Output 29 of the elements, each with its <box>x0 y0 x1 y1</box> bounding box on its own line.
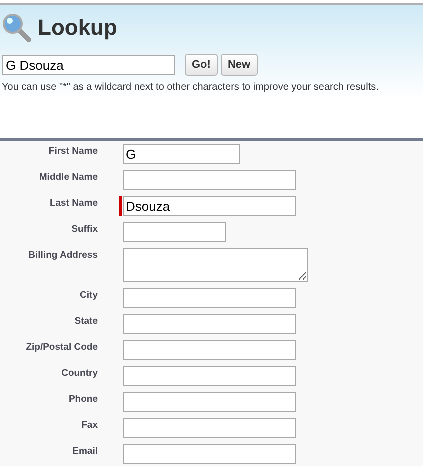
text-field[interactable] <box>123 444 296 464</box>
address-field[interactable] <box>123 248 308 282</box>
field-label: Phone <box>68 393 98 405</box>
text-field[interactable] <box>123 340 296 360</box>
text-field[interactable]: G <box>123 144 240 164</box>
field-label: Last Name <box>48 197 98 209</box>
text-field[interactable] <box>123 222 226 242</box>
field-label: Suffix <box>70 223 98 235</box>
field-label: Email <box>72 445 98 457</box>
hint-text: You can use "*" as a wildcard next to other characters to improve your search results. <box>2 82 380 93</box>
text-field[interactable]: Dsouza <box>123 196 296 216</box>
field-label: First Name <box>48 145 98 157</box>
field-label: Billing Address <box>28 249 98 261</box>
field-label: Zip/Postal Code <box>25 341 98 353</box>
text-field[interactable] <box>123 366 296 386</box>
text-field[interactable] <box>123 392 296 412</box>
text-field[interactable] <box>123 170 296 190</box>
page-title: Lookup <box>38 15 118 41</box>
field-label: Country <box>60 367 98 379</box>
text-field[interactable] <box>123 314 296 334</box>
text-field[interactable] <box>123 418 296 438</box>
text-field[interactable] <box>123 288 296 308</box>
go-button[interactable]: Go! <box>185 54 218 76</box>
new-button[interactable]: New <box>220 54 258 76</box>
field-label: Middle Name <box>38 171 98 183</box>
search-field[interactable]: G Dsouza <box>2 55 175 75</box>
field-label: Fax <box>80 419 98 431</box>
field-label: State <box>74 315 98 327</box>
field-label: City <box>79 289 98 301</box>
